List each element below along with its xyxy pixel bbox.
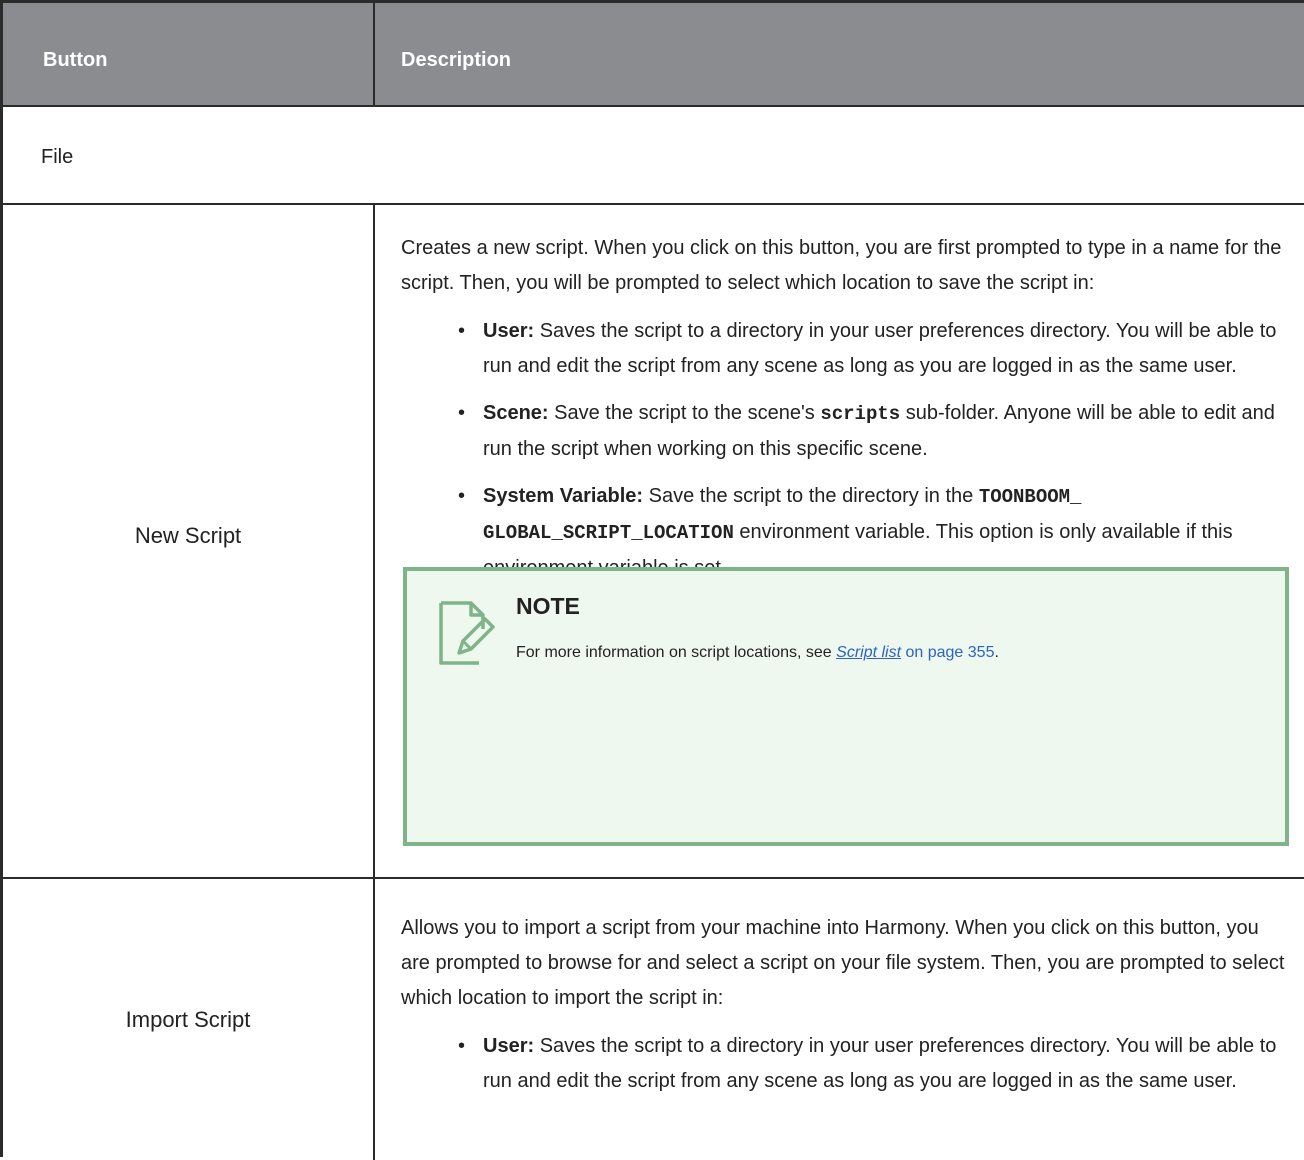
description-new-script: Creates a new script. When you click on …: [401, 231, 1291, 598]
section-row-file: File: [3, 107, 1304, 205]
option-text-scene: Save the script to the scene's: [548, 402, 821, 424]
option-label-user: User:: [483, 320, 535, 342]
note-pencil-icon: [439, 601, 495, 665]
note-text: For more information on script locations…: [516, 644, 999, 662]
bullet-dot: •: [458, 402, 466, 424]
location-list: • User: Saves the script to a directory i…: [401, 1029, 1291, 1099]
option-label-system: System Variable:: [483, 485, 644, 507]
bullet-dot: •: [458, 320, 466, 342]
description-intro: Creates a new script. When you click on …: [401, 237, 1282, 294]
list-item-scene: • Scene: Save the script to the scene's s…: [458, 396, 1291, 467]
table-row-import-script: Import Script Allows you to import a scr…: [3, 879, 1304, 1160]
description-import-script: Allows you to import a script from your …: [401, 911, 1291, 1111]
section-label: File: [41, 146, 74, 168]
header-button: Button: [43, 49, 108, 71]
list-item-user: • User: Saves the script to a directory i…: [458, 1029, 1291, 1099]
table-header-row: Button Description: [3, 3, 1304, 107]
option-label-scene: Scene:: [483, 402, 549, 424]
note-text-after: .: [994, 644, 999, 661]
table-row-new-script: New Script Creates a new script. When yo…: [3, 205, 1304, 879]
option-label-user: User:: [483, 1035, 535, 1057]
script-list-link[interactable]: Script list: [836, 644, 901, 661]
header-divider: [373, 3, 375, 105]
code-scripts: scripts: [820, 403, 901, 425]
description-intro: Allows you to import a script from your …: [401, 917, 1285, 1009]
note-title: NOTE: [516, 593, 580, 619]
option-text-user: Saves the script to a directory in your …: [483, 320, 1277, 377]
note-text-before: For more information on script locations…: [516, 644, 837, 661]
option-text-user: Saves the script to a directory in your …: [483, 1035, 1277, 1092]
note-page-ref[interactable]: on page 355: [901, 644, 994, 661]
column-divider: [373, 879, 375, 1160]
column-divider: [373, 205, 375, 877]
note-box: NOTE For more information on script loca…: [403, 567, 1289, 846]
commands-table: Button Description File New Script Creat…: [0, 0, 1304, 1160]
bullet-dot: •: [458, 1035, 466, 1057]
button-name-new-script: New Script: [134, 523, 242, 548]
bullet-dot: •: [458, 485, 466, 507]
button-name-import-script: Import Script: [125, 1007, 251, 1032]
list-item-user: • User: Saves the script to a directory i…: [458, 314, 1291, 384]
option-text-system: Save the script to the directory in the: [643, 485, 979, 507]
header-description: Description: [401, 49, 512, 71]
location-list: • User: Saves the script to a directory i…: [401, 314, 1291, 586]
